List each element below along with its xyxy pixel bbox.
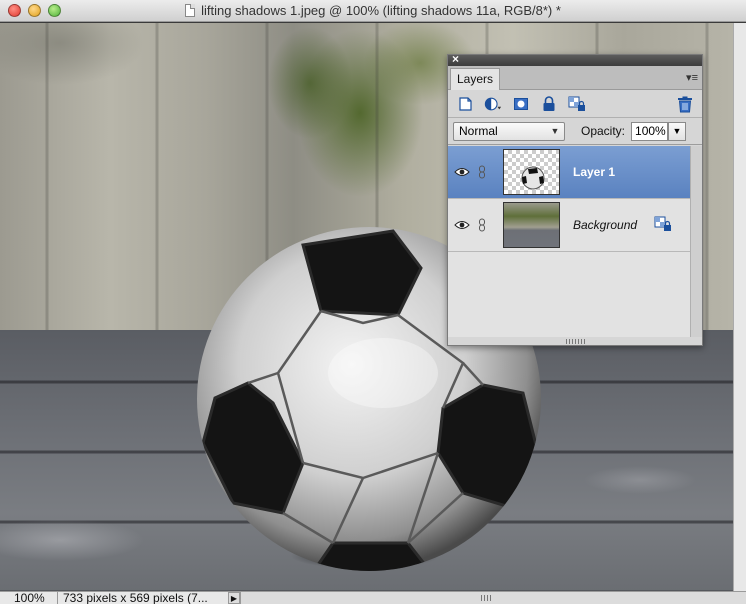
window-controls (8, 4, 61, 17)
layer-row-background[interactable]: Background (448, 199, 692, 252)
scroll-grip[interactable] (481, 594, 491, 601)
layer-thumbnail (503, 149, 560, 195)
trash-icon[interactable] (676, 95, 694, 113)
layer-thumbnail (503, 202, 560, 248)
close-window-button[interactable] (8, 4, 21, 17)
layers-list: Layer 1 Background (448, 146, 692, 337)
lock-icon[interactable] (540, 95, 558, 113)
minimize-window-button[interactable] (28, 4, 41, 17)
adjustment-layer-icon[interactable] (484, 95, 502, 113)
opacity-label: Opacity: (581, 124, 626, 138)
zoom-window-button[interactable] (48, 4, 61, 17)
layer-name[interactable]: Background (573, 218, 637, 232)
document-info: 733 pixels x 569 pixels (7... (63, 591, 208, 604)
visibility-eye-icon[interactable] (451, 220, 473, 230)
window-titlebar: lifting shadows 1.jpeg @ 100% (lifting s… (0, 0, 746, 22)
link-chain-icon[interactable] (473, 218, 491, 232)
panel-resize-grip[interactable] (566, 339, 586, 344)
window-title: lifting shadows 1.jpeg @ 100% (lifting s… (201, 3, 561, 18)
chevron-down-icon: ▼ (550, 126, 560, 136)
layer-name[interactable]: Layer 1 (573, 165, 615, 179)
layers-scrollbar[interactable] (690, 146, 702, 337)
tab-layers[interactable]: Layers (450, 68, 501, 90)
layers-toolbar (448, 90, 702, 118)
document-icon (185, 4, 196, 17)
visibility-eye-icon[interactable] (451, 167, 473, 177)
panel-header[interactable]: × (448, 52, 702, 66)
opacity-dropdown-icon[interactable]: ▼ (668, 121, 687, 141)
status-bar: 100% 733 pixels x 569 pixels (7... ▶ (0, 591, 746, 604)
layer-row-layer-1[interactable]: Layer 1 (448, 146, 692, 199)
horizontal-scrollbar[interactable] (240, 591, 746, 604)
layers-panel: × Layers ▾≡ Normal ▼ Opacity: 100% ▼ Lay… (447, 52, 703, 346)
panel-tabs: Layers ▾≡ (448, 66, 702, 90)
blend-opacity-row: Normal ▼ Opacity: 100% ▼ (448, 118, 702, 145)
close-icon[interactable]: × (452, 52, 459, 66)
vertical-scrollbar[interactable] (733, 23, 746, 592)
blend-mode-value: Normal (459, 124, 498, 138)
lock-transparency-icon (654, 216, 672, 237)
link-chain-icon[interactable] (473, 165, 491, 179)
lock-transparency-icon[interactable] (568, 95, 586, 113)
layer-mask-icon[interactable] (512, 95, 530, 113)
zoom-level[interactable]: 100% (0, 591, 58, 604)
panel-menu-icon[interactable]: ▾≡ (686, 71, 698, 84)
info-menu-arrow-icon[interactable]: ▶ (228, 592, 240, 604)
new-layer-icon[interactable] (456, 95, 474, 113)
blend-mode-select[interactable]: Normal ▼ (453, 121, 565, 141)
opacity-input[interactable]: 100% (631, 121, 669, 141)
